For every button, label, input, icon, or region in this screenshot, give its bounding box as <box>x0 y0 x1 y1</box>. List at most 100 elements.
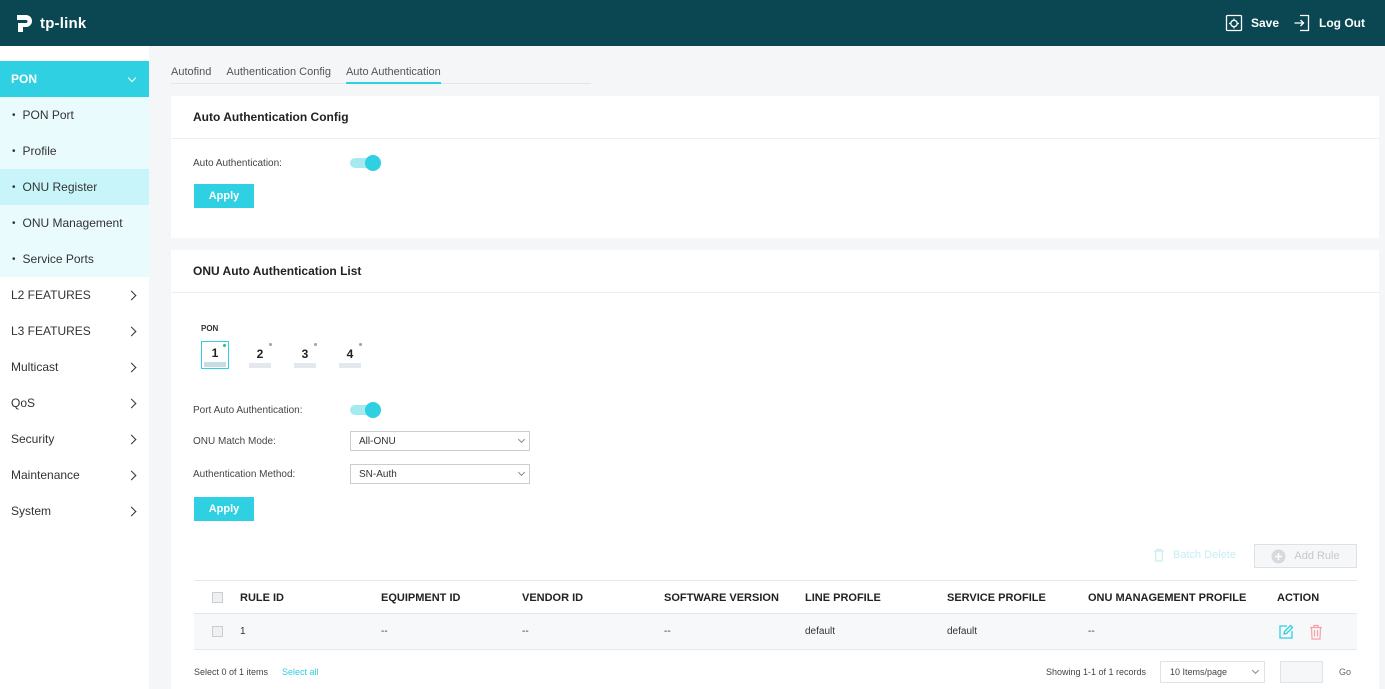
chevron-right-icon <box>126 362 137 372</box>
table-cell: 1 <box>240 626 246 637</box>
sidebar-item-service-ports[interactable]: • Service Ports <box>0 241 149 277</box>
tp-link-logo[interactable]: tp-link <box>14 12 86 34</box>
pon-port-2[interactable]: 2 <box>246 341 274 369</box>
sidebar-item-label: ONU Register <box>22 180 98 194</box>
chevron-right-icon <box>126 326 137 336</box>
select-value: 10 Items/page <box>1170 667 1228 677</box>
sidebar-item-profile[interactable]: • Profile <box>0 133 149 169</box>
sidebar-item-multicast[interactable]: Multicast <box>0 349 149 385</box>
select-all-link[interactable]: Select all <box>282 667 319 677</box>
column-header: EQUIPMENT ID <box>381 592 461 604</box>
row-checkbox[interactable] <box>212 626 223 637</box>
port-base <box>249 363 271 368</box>
chevron-down-icon <box>517 435 526 444</box>
tab-bar: Autofind Authentication Config Auto Auth… <box>171 62 591 84</box>
logout-button[interactable]: Log Out <box>1293 14 1365 32</box>
items-per-page-select[interactable]: 10 Items/page <box>1160 661 1265 683</box>
sidebar-item-label: Maintenance <box>11 468 80 482</box>
logout-icon <box>1294 14 1310 32</box>
onu-match-mode-select[interactable]: All-ONU <box>350 431 530 451</box>
top-bar: tp-link Save Log Out <box>0 0 1385 46</box>
tab-auto-authentication[interactable]: Auto Authentication <box>345 62 441 84</box>
logout-label: Log Out <box>1319 16 1365 30</box>
logo-icon <box>14 12 36 34</box>
card-title: Auto Authentication Config <box>171 96 1379 139</box>
pon-port-3[interactable]: 3 <box>291 341 319 369</box>
chevron-down-icon <box>127 73 137 82</box>
sidebar-item-label: L3 FEATURES <box>11 324 91 338</box>
tab-autofind[interactable]: Autofind <box>171 62 211 84</box>
table-cell: -- <box>381 626 388 637</box>
select-value: All-ONU <box>359 435 396 447</box>
sidebar-item-maintenance[interactable]: Maintenance <box>0 457 149 493</box>
table-header: RULE ID EQUIPMENT ID VENDOR ID SOFTWARE … <box>194 580 1357 614</box>
pon-label: PON <box>201 324 219 333</box>
table-cell: default <box>805 626 836 637</box>
sidebar-item-onu-register[interactable]: • ONU Register <box>0 169 149 205</box>
pon-port-1[interactable]: 1 <box>201 341 229 369</box>
selection-summary: Select 0 of 1 items Select all <box>194 667 319 677</box>
page-number-input[interactable] <box>1280 661 1323 683</box>
add-rule-label: Add Rule <box>1294 550 1340 562</box>
sidebar-item-label: QoS <box>11 396 36 410</box>
auto-authentication-config-card: Auto Authentication Config Auto Authenti… <box>171 96 1379 238</box>
chevron-down-icon <box>517 468 526 477</box>
batch-delete-button[interactable]: Batch Delete <box>1153 548 1236 562</box>
port-number: 4 <box>346 347 354 361</box>
port-status-led <box>314 343 317 346</box>
sidebar-item-qos[interactable]: QoS <box>0 385 149 421</box>
port-auto-authentication-toggle[interactable] <box>350 402 381 418</box>
sidebar-item-label: PON Port <box>22 108 74 122</box>
save-icon <box>1225 14 1243 32</box>
onu-match-mode-label: ONU Match Mode: <box>193 436 276 447</box>
sidebar-item-l3-features[interactable]: L3 FEATURES <box>0 313 149 349</box>
apply-button[interactable]: Apply <box>194 184 254 208</box>
column-header: VENDOR ID <box>522 592 584 604</box>
column-header: ONU MANAGEMENT PROFILE <box>1088 592 1247 604</box>
edit-icon[interactable] <box>1278 624 1294 643</box>
port-auto-authentication-label: Port Auto Authentication: <box>193 405 303 416</box>
chevron-right-icon <box>126 290 137 300</box>
plus-circle-icon <box>1271 549 1286 563</box>
sidebar-item-security[interactable]: Security <box>0 421 149 457</box>
chevron-right-icon <box>126 434 137 444</box>
table-cell: -- <box>664 626 671 637</box>
delete-icon[interactable] <box>1309 624 1323 643</box>
records-summary: Showing 1-1 of 1 records <box>1046 667 1147 677</box>
sidebar-item-label: Service Ports <box>22 252 94 266</box>
go-button[interactable]: Go <box>1331 661 1359 683</box>
column-header: LINE PROFILE <box>805 592 881 604</box>
tab-authentication-config[interactable]: Authentication Config <box>226 62 331 84</box>
save-label: Save <box>1250 16 1280 30</box>
auto-authentication-toggle[interactable] <box>350 155 381 171</box>
sidebar-section-pon[interactable]: PON <box>0 61 149 97</box>
select-count: Select 0 of 1 items <box>194 667 269 677</box>
sidebar-item-label: Multicast <box>11 360 59 374</box>
chevron-right-icon <box>126 398 137 408</box>
sidebar-item-l2-features[interactable]: L2 FEATURES <box>0 277 149 313</box>
sidebar-item-label: L2 FEATURES <box>11 288 91 302</box>
sidebar-item-label: System <box>11 504 52 518</box>
sidebar-item-label: Security <box>11 432 55 446</box>
sidebar-item-pon-port[interactable]: • PON Port <box>0 97 149 133</box>
select-all-checkbox[interactable] <box>212 592 223 603</box>
select-value: SN-Auth <box>359 468 397 480</box>
sidebar-item-onu-management[interactable]: • ONU Management <box>0 205 149 241</box>
sidebar-section-label: PON <box>11 72 38 86</box>
save-button[interactable]: Save <box>1225 14 1279 32</box>
table-cell: default <box>947 626 978 637</box>
trash-icon <box>1154 548 1164 562</box>
column-header: SOFTWARE VERSION <box>664 592 779 604</box>
apply-button[interactable]: Apply <box>194 497 254 521</box>
port-status-led <box>359 343 362 346</box>
pon-port-4[interactable]: 4 <box>336 341 364 369</box>
sidebar-item-system[interactable]: System <box>0 493 149 529</box>
chevron-right-icon <box>126 506 137 516</box>
port-status-led <box>269 343 272 346</box>
port-base <box>294 363 316 368</box>
port-status-led <box>223 344 226 347</box>
chevron-right-icon <box>126 470 137 480</box>
column-header: RULE ID <box>240 592 284 604</box>
add-rule-button[interactable]: Add Rule <box>1254 544 1357 568</box>
authentication-method-select[interactable]: SN-Auth <box>350 464 530 484</box>
